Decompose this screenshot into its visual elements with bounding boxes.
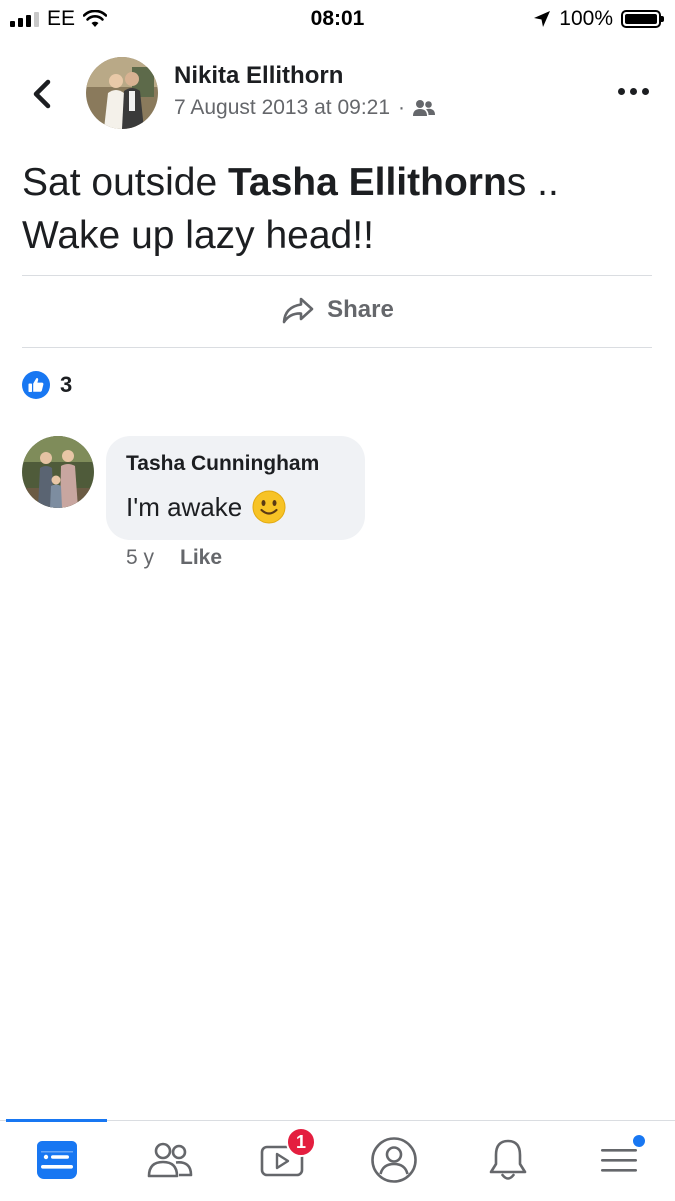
reaction-count: 3 (60, 372, 73, 397)
tab-notifications[interactable] (480, 1135, 536, 1185)
tagged-user-link[interactable]: Tasha Ellithorn (228, 161, 507, 204)
tab-watch[interactable]: 1 (254, 1127, 316, 1185)
comment-actions: 5 y Like (126, 546, 222, 570)
tab-profile[interactable] (366, 1135, 422, 1185)
comment-time: 5 y (126, 546, 155, 569)
status-right: 100% (533, 7, 664, 31)
comment-bubble[interactable]: Tasha Cunningham I'm awake (106, 436, 365, 540)
comment-like-button[interactable]: Like (180, 546, 222, 570)
comment-body: I'm awake (126, 491, 243, 522)
tab-news-feed[interactable] (29, 1135, 85, 1185)
back-button[interactable] (26, 74, 60, 114)
commenter-avatar-photo (22, 436, 94, 508)
author-avatar[interactable] (86, 57, 158, 129)
dot-icon (630, 88, 637, 95)
post-timestamp[interactable]: 7 August 2013 at 09:21 (174, 96, 390, 120)
share-label: Share (327, 296, 394, 323)
comment-text: I'm awake (126, 490, 345, 524)
reactions-summary[interactable]: 3 (22, 371, 72, 399)
friends-audience-icon (413, 100, 436, 116)
tab-menu[interactable] (591, 1133, 647, 1185)
comment-author-name[interactable]: Tasha Cunningham (126, 452, 345, 476)
post-meta: 7 August 2013 at 09:21 · (174, 96, 436, 120)
menu-notification-dot (631, 1133, 647, 1149)
bottom-tab-bar: 1 (0, 1119, 675, 1201)
tab-friends[interactable] (142, 1135, 198, 1185)
post-text: Sat outside Tasha Ellithorns .. Wake up … (22, 156, 652, 262)
post-author-name[interactable]: Nikita Ellithorn (174, 62, 343, 90)
news-feed-icon (37, 1141, 77, 1179)
more-options-button[interactable] (618, 88, 649, 95)
chevron-left-icon (33, 79, 51, 109)
commenter-avatar[interactable] (22, 436, 94, 508)
bell-icon (489, 1139, 527, 1180)
battery-percent: 100% (559, 7, 613, 30)
dot-icon (618, 88, 625, 95)
dot-icon (642, 88, 649, 95)
post-text-before: Sat outside (22, 161, 228, 204)
share-arrow-icon (282, 297, 314, 324)
status-bar: EE 08:01 100% (0, 0, 675, 38)
share-button[interactable]: Share (0, 296, 675, 324)
watch-notification-badge: 1 (286, 1127, 316, 1157)
location-arrow-icon (534, 11, 551, 27)
avatar-photo (86, 57, 158, 129)
like-reaction-icon (22, 371, 50, 399)
smiley-emoji-icon (252, 490, 286, 524)
active-tab-indicator (6, 1119, 107, 1122)
profile-icon (371, 1137, 417, 1183)
battery-icon (621, 10, 664, 28)
friends-icon (147, 1142, 193, 1178)
divider (22, 347, 652, 348)
divider (22, 275, 652, 276)
meta-separator: · (398, 96, 406, 119)
